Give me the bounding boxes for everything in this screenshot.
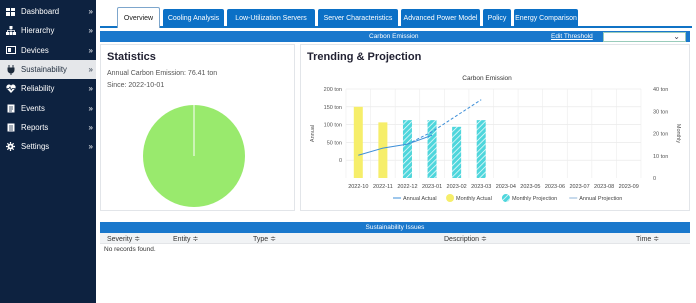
chart-title: Carbon Emission <box>462 75 512 82</box>
sidebar-item-devices[interactable]: Devices » <box>0 41 96 60</box>
x-tick-label: 2023-03 <box>471 184 491 190</box>
tab-low-utilization-servers[interactable]: Low-Utilization Servers <box>227 9 315 27</box>
tab-server-characteristics[interactable]: Server Characteristics <box>318 9 398 27</box>
sidebar-item-label: Devices <box>21 45 49 55</box>
sidebar-item-dashboard[interactable]: Dashboard » <box>0 2 96 21</box>
tab-bar: Overview Cooling Analysis Low-Utilizatio… <box>100 7 692 28</box>
y2-tick-label: 40 ton <box>653 87 668 93</box>
sidebar-item-label: Settings <box>21 142 50 152</box>
empty-table-message: No records found. <box>104 246 156 253</box>
column-header-severity[interactable]: Severity ≑ <box>107 235 140 243</box>
tab-policy[interactable]: Policy <box>483 9 511 27</box>
bar-monthly-projection <box>402 120 412 178</box>
sidebar-item-label: Hierarchy <box>21 26 55 36</box>
gear-icon <box>5 142 16 152</box>
x-tick-label: 2023-06 <box>545 184 565 190</box>
bar-monthly-projection <box>476 120 486 178</box>
tab-cooling-analysis[interactable]: Cooling Analysis <box>163 9 224 27</box>
sidebar-item-label: Dashboard <box>21 7 60 17</box>
chart-grid <box>345 88 642 178</box>
legend-label: Monthly Actual <box>456 196 492 202</box>
sidebar-item-label: Sustainability <box>21 65 67 75</box>
y2-axis-label: Monthly <box>675 124 681 144</box>
carbon-emission-chart: Carbon Emission 200 ton 150 ton 100 ton 50 … <box>310 75 681 202</box>
chevron-right-icon: » <box>88 45 94 55</box>
sidebar-item-settings[interactable]: Settings » <box>0 137 96 156</box>
chevron-right-icon: » <box>88 65 94 75</box>
pie-chart <box>143 105 245 207</box>
y-tick-label: 100 ton <box>324 123 342 129</box>
statistics-panel: Statistics Annual Carbon Emission: 76.41… <box>100 44 295 211</box>
chevron-right-icon: » <box>88 142 94 152</box>
chart-legend: Annual Actual Monthly Actual Monthly Proje… <box>393 194 622 202</box>
legend-swatch <box>501 194 510 202</box>
sidebar: Dashboard » Hierarchy » Devices » Sustai… <box>0 0 96 303</box>
chevron-right-icon: » <box>88 122 94 132</box>
y2-tick-label: 10 ton <box>653 154 668 160</box>
chevron-down-icon: ⌄ <box>673 31 680 41</box>
y2-tick-label: 0 <box>653 176 656 182</box>
tab-energy-comparison[interactable]: Energy Comparison <box>514 9 578 27</box>
sidebar-item-reliability[interactable]: Reliability » <box>0 79 96 98</box>
y-axis-label: Annual <box>310 125 316 142</box>
edit-threshold-link[interactable]: Edit Threshold <box>551 33 593 40</box>
x-tick-label: 2023-05 <box>520 184 540 190</box>
sidebar-item-label: Reliability <box>21 84 55 94</box>
bar-monthly-actual <box>353 106 363 178</box>
x-tick-label: 2023-07 <box>569 184 589 190</box>
x-tick-label: 2022-12 <box>397 184 417 190</box>
chevron-right-icon: » <box>88 7 94 17</box>
legend-label: Monthly Projection <box>512 196 557 202</box>
chevron-right-icon: » <box>88 26 94 36</box>
events-icon <box>5 103 16 113</box>
devices-icon <box>5 45 16 55</box>
sustainability-issues-title: Sustainability Issues <box>100 222 690 233</box>
plug-icon <box>5 64 16 75</box>
x-tick-label: 2022-10 <box>348 184 368 190</box>
y2-tick-label: 30 ton <box>653 109 668 115</box>
column-header-type[interactable]: Type ≑ <box>253 235 276 243</box>
x-tick-label: 2023-02 <box>447 184 467 190</box>
sidebar-item-label: Reports <box>21 122 49 132</box>
trending-panel: Trending & Projection Carbon Emission 20… <box>300 44 690 211</box>
chevron-right-icon: » <box>88 103 94 113</box>
carbon-emission-title: Carbon Emission <box>369 32 419 40</box>
x-tick-label: 2023-01 <box>422 184 442 190</box>
reports-icon <box>5 122 16 132</box>
tab-overview[interactable]: Overview <box>117 7 160 28</box>
x-tick-label: 2023-08 <box>594 184 614 190</box>
bar-monthly-projection <box>452 126 462 178</box>
sidebar-item-events[interactable]: Events » <box>0 98 96 117</box>
chart-axes: 200 ton 150 ton 100 ton 50 ton 0 40 ton 30 ton… <box>310 87 681 190</box>
sidebar-item-hierarchy[interactable]: Hierarchy » <box>0 21 96 40</box>
column-header-description[interactable]: Description ≑ <box>444 235 487 243</box>
sustainability-issues-panel: Sustainability Issues Severity ≑ Entity … <box>100 222 690 303</box>
legend-label: Annual Projection <box>579 196 622 202</box>
chevron-right-icon: » <box>88 84 94 94</box>
legend-label: Annual Actual <box>403 196 437 202</box>
x-tick-label: 2023-04 <box>496 184 516 190</box>
sidebar-item-label: Events <box>21 103 45 113</box>
column-header-entity[interactable]: Entity ≑ <box>173 235 198 243</box>
threshold-select[interactable]: ⌄ <box>603 31 686 42</box>
bar-monthly-projection <box>427 120 437 178</box>
tab-advanced-power-model[interactable]: Advanced Power Model <box>401 9 480 27</box>
carbon-emission-bar: Carbon Emission Edit Threshold ⌄ <box>100 31 690 42</box>
heartbeat-icon <box>5 84 16 94</box>
y-tick-label: 0 <box>339 158 342 164</box>
x-tick-label: 2023-09 <box>619 184 639 190</box>
hierarchy-icon <box>5 26 16 36</box>
y2-tick-label: 20 ton <box>653 132 668 138</box>
bar-monthly-actual <box>378 122 388 178</box>
column-header-time[interactable]: Time ≑ <box>636 235 659 243</box>
sidebar-item-sustainability[interactable]: Sustainability » <box>0 59 96 80</box>
sidebar-item-reports[interactable]: Reports » <box>0 118 96 137</box>
dashboard-icon <box>5 7 16 17</box>
x-tick-label: 2022-11 <box>373 184 393 190</box>
y-tick-label: 150 ton <box>324 105 342 111</box>
issues-table-header: Severity ≑ Entity ≑ Type ≑ Description ≑… <box>100 233 690 244</box>
legend-swatch <box>446 194 455 202</box>
y-tick-label: 50 ton <box>327 140 342 146</box>
y-tick-label: 200 ton <box>324 87 342 93</box>
